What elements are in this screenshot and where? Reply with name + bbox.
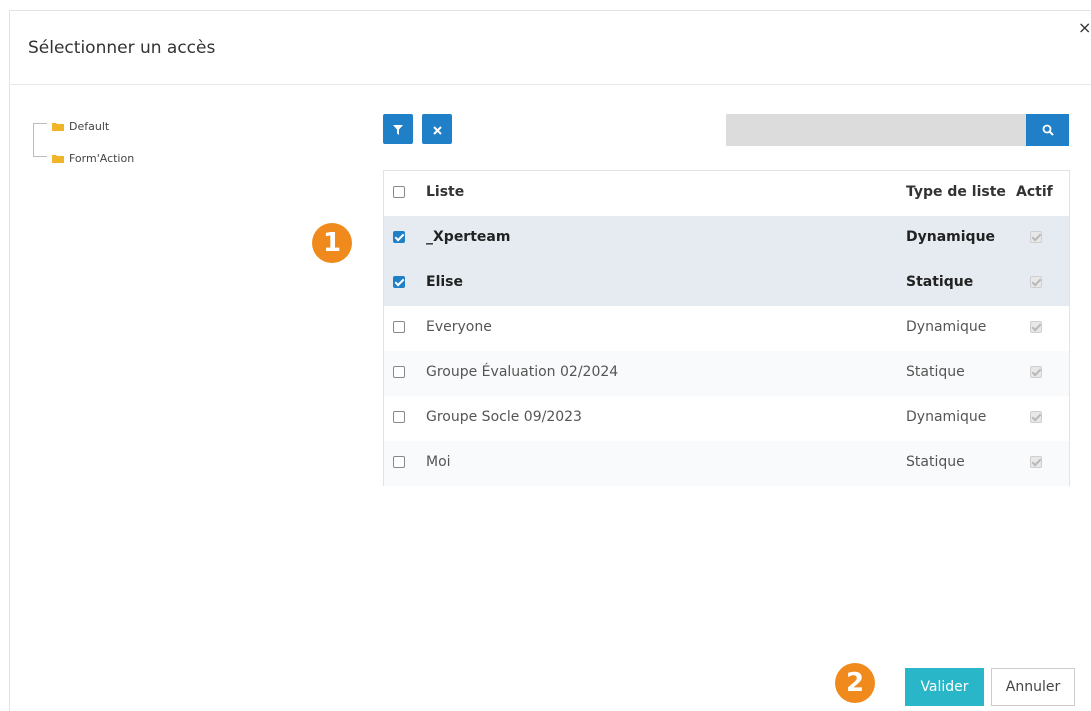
step-badge-2: 2 (835, 663, 875, 703)
validate-button[interactable]: Valider (905, 668, 984, 706)
close-icon (432, 120, 442, 139)
table-row[interactable]: Everyone Dynamique (384, 306, 1069, 351)
list-name: Everyone (426, 319, 492, 335)
column-header-active[interactable]: Actif (1016, 184, 1053, 200)
list-type: Statique (906, 364, 965, 380)
tree-connector (33, 123, 47, 124)
tree-connector (33, 123, 34, 156)
search-icon (1042, 121, 1054, 140)
table-row[interactable]: _Xperteam Dynamique (384, 216, 1069, 261)
access-list-table: Liste Type de liste Actif _Xperteam Dyna… (383, 170, 1070, 486)
close-button[interactable]: × (1078, 20, 1091, 36)
list-name: _Xperteam (426, 229, 511, 245)
search-input[interactable] (726, 114, 1026, 146)
active-checkbox (1030, 321, 1042, 333)
tree-item-formaction[interactable]: Form'Action (52, 152, 134, 165)
table-row[interactable]: Groupe Socle 09/2023 Dynamique (384, 396, 1069, 441)
list-name: Groupe Évaluation 02/2024 (426, 364, 619, 380)
list-name: Elise (426, 274, 463, 290)
step-badge-1: 1 (312, 223, 352, 263)
list-type: Statique (906, 454, 965, 470)
list-type: Dynamique (906, 409, 987, 425)
folder-icon (52, 154, 64, 163)
table-row[interactable]: Groupe Évaluation 02/2024 Statique (384, 351, 1069, 396)
cancel-button[interactable]: Annuler (991, 668, 1075, 706)
list-type: Dynamique (906, 319, 987, 335)
row-checkbox[interactable] (393, 231, 405, 243)
row-checkbox[interactable] (393, 321, 405, 333)
row-checkbox[interactable] (393, 411, 405, 423)
active-checkbox (1030, 231, 1042, 243)
list-type: Statique (906, 274, 974, 290)
tree-item-label: Form'Action (69, 152, 135, 165)
tree-item-label: Default (69, 120, 110, 133)
select-all-checkbox[interactable] (393, 186, 405, 198)
tree-item-default[interactable]: Default (52, 120, 109, 133)
clear-filter-button[interactable] (422, 114, 452, 144)
active-checkbox (1030, 276, 1042, 288)
tree-connector (33, 156, 47, 157)
active-checkbox (1030, 366, 1042, 378)
column-header-name[interactable]: Liste (426, 184, 464, 200)
filter-icon (393, 120, 403, 139)
table-row[interactable]: Moi Statique (384, 441, 1069, 486)
table-header-row: Liste Type de liste Actif (384, 171, 1069, 216)
active-checkbox (1030, 411, 1042, 423)
filter-button[interactable] (383, 114, 413, 144)
list-name: Moi (426, 454, 451, 470)
table-row[interactable]: Elise Statique (384, 261, 1069, 306)
row-checkbox[interactable] (393, 366, 405, 378)
search-button[interactable] (1026, 114, 1069, 146)
row-checkbox[interactable] (393, 276, 405, 288)
list-type: Dynamique (906, 229, 996, 245)
folder-icon (52, 122, 64, 131)
row-checkbox[interactable] (393, 456, 405, 468)
column-header-type[interactable]: Type de liste (906, 184, 1006, 200)
list-name: Groupe Socle 09/2023 (426, 409, 582, 425)
active-checkbox (1030, 456, 1042, 468)
modal-title: Sélectionner un accès (28, 38, 216, 58)
